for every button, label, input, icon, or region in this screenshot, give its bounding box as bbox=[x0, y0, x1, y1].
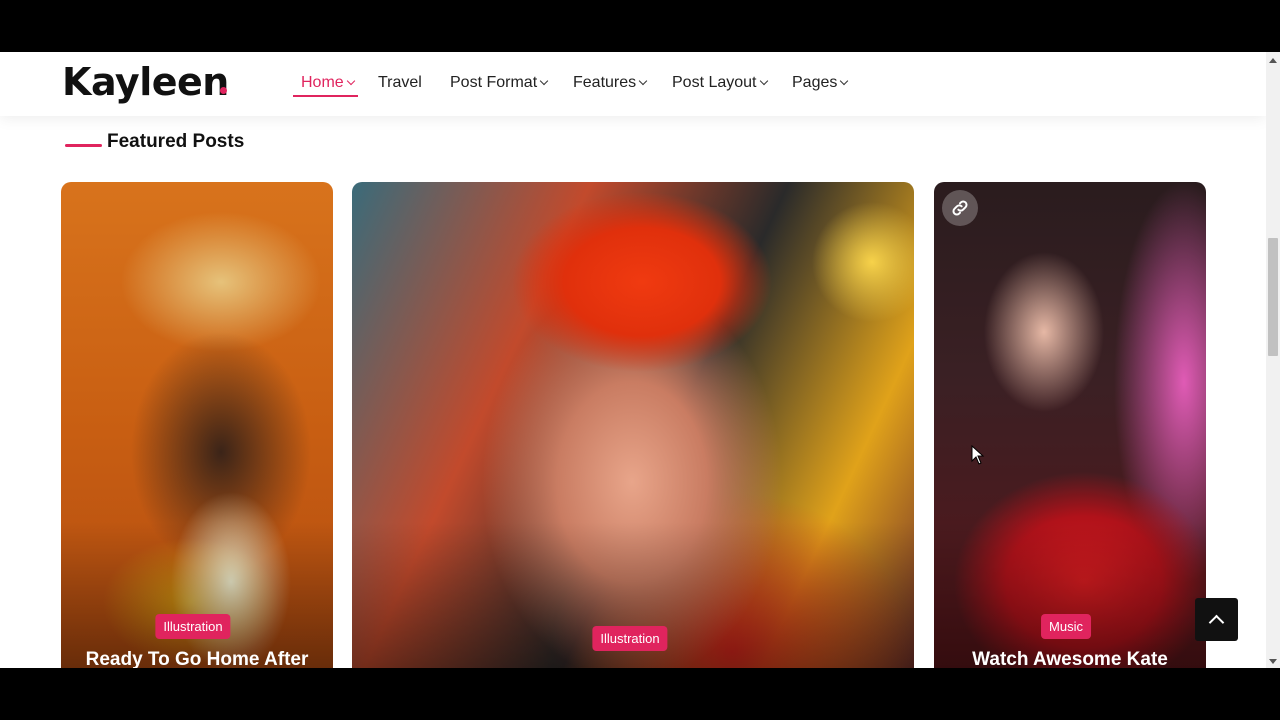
card-overlay bbox=[61, 522, 333, 668]
nav-item-label: Home bbox=[301, 74, 344, 91]
chevron-down-icon bbox=[840, 76, 849, 86]
chevron-down-icon bbox=[539, 76, 549, 86]
nav-item-travel[interactable]: Travel bbox=[378, 74, 422, 92]
nav-item-pages[interactable]: Pages bbox=[792, 74, 849, 92]
nav-item-post-layout[interactable]: Post Layout bbox=[672, 74, 768, 92]
scroll-up-arrow-icon[interactable] bbox=[1269, 58, 1277, 63]
nav-item-label: Pages bbox=[792, 74, 838, 91]
site-header: Kayleen Home Travel Post Format Features… bbox=[0, 52, 1266, 116]
featured-post-card[interactable]: Illustration Ready To Go Home After bbox=[61, 182, 333, 668]
chevron-down-icon bbox=[759, 76, 768, 86]
section-title: Featured Posts bbox=[107, 131, 245, 152]
scroll-to-top-button[interactable] bbox=[1195, 598, 1238, 641]
category-badge[interactable]: Illustration bbox=[155, 614, 231, 639]
nav-item-home[interactable]: Home bbox=[301, 74, 355, 92]
nav-item-post-format[interactable]: Post Format bbox=[450, 74, 549, 92]
chevron-down-icon bbox=[638, 76, 648, 86]
nav-active-underline bbox=[293, 95, 358, 97]
page-viewport: Kayleen Home Travel Post Format Features… bbox=[0, 52, 1266, 668]
post-title[interactable]: Ready To Go Home After bbox=[61, 649, 333, 668]
category-badge[interactable]: Illustration bbox=[592, 626, 668, 651]
chevron-down-icon bbox=[346, 76, 355, 86]
featured-post-card[interactable]: Music Watch Awesome Kate bbox=[934, 182, 1206, 668]
featured-post-card[interactable]: Illustration bbox=[352, 182, 914, 668]
nav-item-label: Travel bbox=[378, 74, 422, 91]
scrollbar-thumb[interactable] bbox=[1268, 238, 1278, 356]
post-title[interactable]: Watch Awesome Kate bbox=[934, 649, 1206, 668]
chevron-up-icon bbox=[1208, 614, 1225, 630]
nav-item-label: Post Format bbox=[450, 74, 538, 91]
card-overlay bbox=[934, 522, 1206, 668]
scroll-down-arrow-icon[interactable] bbox=[1269, 659, 1277, 664]
logo-dot bbox=[220, 87, 227, 94]
link-icon bbox=[942, 190, 978, 226]
page-scrollbar[interactable] bbox=[1266, 52, 1280, 668]
mouse-cursor-icon bbox=[971, 445, 985, 465]
nav-item-label: Post Layout bbox=[672, 74, 757, 91]
category-badge[interactable]: Music bbox=[1041, 614, 1091, 639]
site-logo[interactable]: Kayleen bbox=[62, 60, 229, 104]
nav-item-features[interactable]: Features bbox=[573, 74, 648, 92]
section-accent-bar bbox=[65, 144, 102, 147]
nav-item-label: Features bbox=[573, 74, 637, 91]
